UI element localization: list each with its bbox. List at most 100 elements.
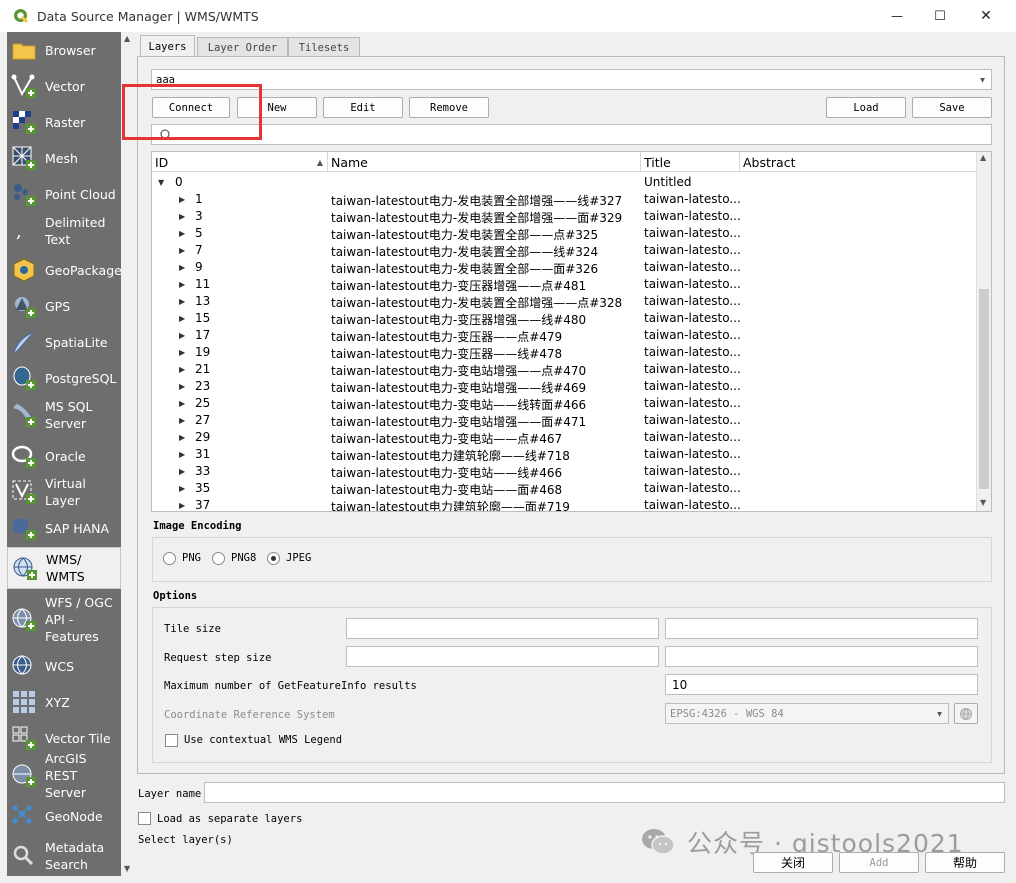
expand-right-icon[interactable]: ▶: [179, 348, 185, 357]
sidebar-item-gps[interactable]: GPS: [7, 288, 121, 324]
close-window-button[interactable]: ✕: [963, 0, 1009, 32]
expand-right-icon[interactable]: ▶: [179, 263, 185, 272]
layer-name-input[interactable]: [204, 782, 1005, 803]
sidebar-item-postgresql[interactable]: PostgreSQL: [7, 360, 121, 396]
table-row[interactable]: ▶ 13 taiwan-latestout电力-发电装置全部增强——点#328 tai…: [152, 293, 978, 310]
sidebar-item-delimited-text[interactable]: , Delimited Text: [7, 212, 121, 250]
sidebar-item-arcgis-rest[interactable]: ArcGIS REST Server: [7, 751, 121, 800]
step-width-input[interactable]: [346, 646, 659, 667]
layer-search-input[interactable]: [151, 124, 992, 145]
column-header-title[interactable]: Title: [641, 152, 740, 172]
crs-select[interactable]: EPSG:4326 - WGS 84 ▼: [665, 703, 949, 724]
table-row[interactable]: ▶ 35 taiwan-latestout电力-变电站——面#468 taiwan-l…: [152, 480, 978, 497]
table-row[interactable]: ▶ 9 taiwan-latestout电力-发电装置全部——面#326 taiwan…: [152, 259, 978, 276]
tab-layers[interactable]: Layers: [140, 35, 195, 57]
scroll-up-arrow-icon[interactable]: ▲: [124, 34, 130, 43]
png8-radio[interactable]: [212, 552, 225, 565]
sidebar-item-vector[interactable]: Vector: [7, 68, 121, 104]
sidebar-item-sap-hana[interactable]: SAP HANA: [7, 510, 121, 546]
table-row[interactable]: ▶ 23 taiwan-latestout电力-变电站增强——线#469 taiwan…: [152, 378, 978, 395]
sidebar-item-geopackage[interactable]: GeoPackage: [7, 252, 121, 288]
expand-right-icon[interactable]: ▶: [179, 484, 185, 493]
expand-right-icon[interactable]: ▶: [179, 382, 185, 391]
sidebar-item-virtual-layer[interactable]: Virtual Layer: [7, 474, 121, 510]
png-radio[interactable]: [163, 552, 176, 565]
expand-right-icon[interactable]: ▶: [179, 399, 185, 408]
close-dialog-button[interactable]: 关闭: [753, 852, 833, 873]
max-featureinfo-input[interactable]: 10: [665, 674, 978, 695]
column-header-id[interactable]: ID ▲: [152, 152, 328, 172]
sidebar-item-oracle[interactable]: Oracle: [7, 438, 121, 474]
table-row[interactable]: ▶ 29 taiwan-latestout电力-变电站——点#467 taiwan-l…: [152, 429, 978, 446]
add-button[interactable]: Add: [839, 852, 919, 873]
save-button[interactable]: Save: [912, 97, 992, 118]
sidebar-item-mesh[interactable]: Mesh: [7, 140, 121, 176]
expand-right-icon[interactable]: ▶: [179, 416, 185, 425]
expand-right-icon[interactable]: ▶: [179, 297, 185, 306]
table-row[interactable]: ▶ 25 taiwan-latestout电力-变电站——线转面#466 taiwan…: [152, 395, 978, 412]
table-row[interactable]: ▶ 15 taiwan-latestout电力-变压器增强——线#480 taiwan…: [152, 310, 978, 327]
edit-button[interactable]: Edit: [323, 97, 403, 118]
crs-selector-button[interactable]: [954, 703, 978, 724]
table-row[interactable]: ▶ 33 taiwan-latestout电力-变电站——线#466 taiwan-l…: [152, 463, 978, 480]
expand-right-icon[interactable]: ▶: [179, 501, 185, 510]
expand-right-icon[interactable]: ▶: [179, 212, 185, 221]
table-scrollbar[interactable]: ▲ ▼: [976, 152, 991, 511]
sidebar-item-xyz[interactable]: XYZ: [7, 684, 121, 720]
table-row[interactable]: ▶ 17 taiwan-latestout电力-变压器——点#479 taiwan-l…: [152, 327, 978, 344]
maximize-button[interactable]: ☐: [917, 0, 963, 32]
table-row[interactable]: ▶ 31 taiwan-latestout电力建筑轮廓——线#718 taiwan-l…: [152, 446, 978, 463]
tab-layer-order[interactable]: Layer Order: [197, 37, 288, 57]
layer-tree-table[interactable]: ID ▲ Name Title Abstract ▼ 0 Untitled ▶ 1 tai…: [151, 151, 992, 512]
scrollbar-thumb[interactable]: [979, 289, 989, 489]
table-row[interactable]: ▶ 27 taiwan-latestout电力-变电站增强——面#471 taiwan…: [152, 412, 978, 429]
table-row[interactable]: ▶ 37 taiwan-latestout电力建筑轮廓——面#719 taiwan-l…: [152, 497, 978, 511]
expand-right-icon[interactable]: ▶: [179, 229, 185, 238]
sidebar-item-metadata-search[interactable]: Metadata Search: [7, 836, 121, 876]
expand-right-icon[interactable]: ▶: [179, 365, 185, 374]
step-height-input[interactable]: [665, 646, 978, 667]
sidebar-item-wfs[interactable]: WFS / OGC API - Features: [7, 592, 121, 646]
jpeg-radio[interactable]: [267, 552, 280, 565]
sidebar-item-point-cloud[interactable]: Point Cloud: [7, 176, 121, 212]
sidebar-item-mssql[interactable]: MS SQL Server: [7, 396, 121, 434]
table-row-root[interactable]: ▼ 0 Untitled: [152, 174, 978, 191]
sidebar-item-geonode[interactable]: GeoNode: [7, 798, 121, 834]
expand-down-icon[interactable]: ▼: [158, 178, 164, 187]
connection-select[interactable]: aaa ▼: [151, 69, 992, 90]
table-row[interactable]: ▶ 7 taiwan-latestout电力-发电装置全部——线#324 taiwan…: [152, 242, 978, 259]
tile-height-input[interactable]: [665, 618, 978, 639]
expand-right-icon[interactable]: ▶: [179, 331, 185, 340]
table-row[interactable]: ▶ 1 taiwan-latestout电力-发电装置全部增强——线#327 taiw…: [152, 191, 978, 208]
expand-right-icon[interactable]: ▶: [179, 246, 185, 255]
table-row[interactable]: ▶ 19 taiwan-latestout电力-变压器——线#478 taiwan-l…: [152, 344, 978, 361]
expand-right-icon[interactable]: ▶: [179, 314, 185, 323]
expand-right-icon[interactable]: ▶: [179, 450, 185, 459]
load-separate-layers-checkbox[interactable]: [138, 812, 151, 825]
contextual-legend-checkbox[interactable]: [165, 734, 178, 747]
minimize-button[interactable]: —: [874, 0, 920, 32]
expand-right-icon[interactable]: ▶: [179, 195, 185, 204]
sidebar-scrollbar[interactable]: ▲ ▼: [121, 32, 135, 876]
expand-right-icon[interactable]: ▶: [179, 467, 185, 476]
help-button[interactable]: 帮助: [925, 852, 1005, 873]
column-header-abstract[interactable]: Abstract: [740, 152, 978, 172]
tab-tilesets[interactable]: Tilesets: [288, 37, 360, 57]
sidebar-item-browser[interactable]: Browser: [7, 32, 121, 68]
sidebar-item-wcs[interactable]: WCS: [7, 648, 121, 684]
scroll-down-arrow-icon[interactable]: ▼: [124, 864, 130, 873]
expand-right-icon[interactable]: ▶: [179, 280, 185, 289]
sidebar-item-wms[interactable]: WMS/ WMTS: [7, 547, 121, 589]
expand-right-icon[interactable]: ▶: [179, 433, 185, 442]
column-header-name[interactable]: Name: [328, 152, 641, 172]
table-row[interactable]: ▶ 3 taiwan-latestout电力-发电装置全部增强——面#329 taiw…: [152, 208, 978, 225]
tile-width-input[interactable]: [346, 618, 659, 639]
table-row[interactable]: ▶ 11 taiwan-latestout电力-变压器增强——点#481 taiwan…: [152, 276, 978, 293]
scroll-up-arrow-icon[interactable]: ▲: [980, 153, 986, 162]
scroll-down-arrow-icon[interactable]: ▼: [980, 498, 986, 507]
sidebar-item-raster[interactable]: Raster: [7, 104, 121, 140]
table-row[interactable]: ▶ 21 taiwan-latestout电力-变电站增强——点#470 taiwan…: [152, 361, 978, 378]
table-row[interactable]: ▶ 5 taiwan-latestout电力-发电装置全部——点#325 taiwan…: [152, 225, 978, 242]
remove-button[interactable]: Remove: [409, 97, 489, 118]
load-button[interactable]: Load: [826, 97, 906, 118]
